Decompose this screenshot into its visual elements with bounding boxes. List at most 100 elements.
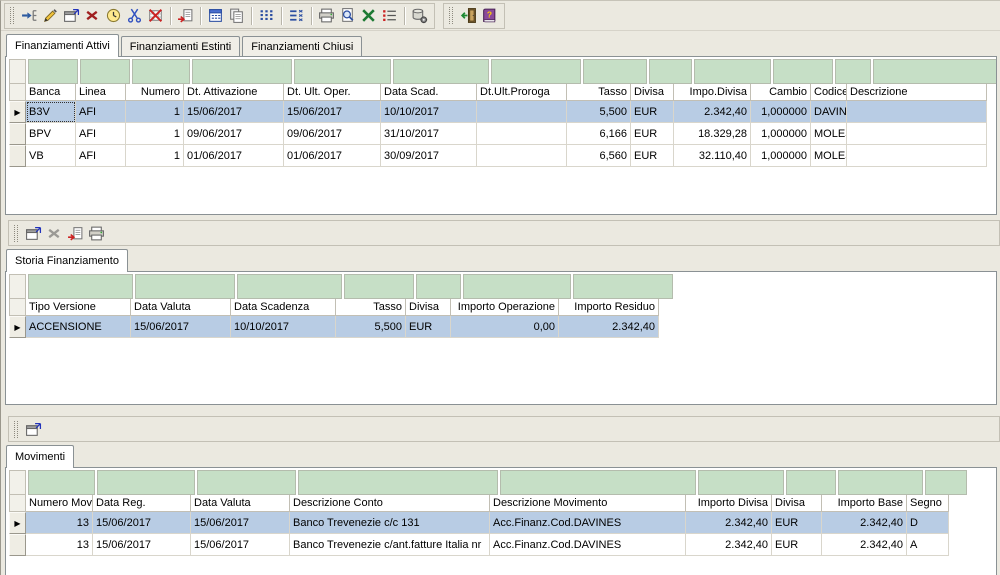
grid-cell[interactable]: 2.342,40: [686, 512, 772, 534]
print-icon[interactable]: [86, 223, 107, 244]
grid-cell[interactable]: 2.342,40: [674, 101, 751, 123]
grid-cell[interactable]: 0,00: [451, 316, 559, 338]
properties-icon[interactable]: [61, 5, 82, 26]
toolbar-gripper[interactable]: [449, 7, 453, 24]
column-header[interactable]: Importo Divisa: [686, 495, 772, 512]
excel-icon[interactable]: [358, 5, 379, 26]
column-header[interactable]: Divisa: [631, 84, 674, 101]
grid-cell[interactable]: 1,000000: [751, 145, 811, 167]
column-header[interactable]: Tasso: [567, 84, 631, 101]
grid-cell[interactable]: ACCENSIONE: [26, 316, 131, 338]
grid-cell[interactable]: Acc.Finanz.Cod.DAVINES: [490, 534, 686, 556]
calendar-icon[interactable]: [205, 5, 226, 26]
grid-cell[interactable]: 10/10/2017: [231, 316, 336, 338]
grid-cell[interactable]: [477, 145, 567, 167]
column-header[interactable]: Importo Residuo: [559, 299, 659, 316]
column-header[interactable]: Importo Base: [822, 495, 907, 512]
column-header[interactable]: Banca: [26, 84, 76, 101]
grid-cell[interactable]: [477, 123, 567, 145]
grid-cell[interactable]: 2.342,40: [822, 534, 907, 556]
grid-cell[interactable]: A: [907, 534, 949, 556]
toolbar-gripper[interactable]: [14, 421, 18, 438]
grid-cell[interactable]: EUR: [772, 534, 822, 556]
grid-delete-icon[interactable]: [145, 5, 166, 26]
column-header[interactable]: Dt. Ult. Oper.: [284, 84, 381, 101]
tab-finanziamenti-chiusi[interactable]: Finanziamenti Chiusi: [242, 36, 362, 56]
column-header[interactable]: Numero Mov.: [26, 495, 93, 512]
grid-cell[interactable]: 09/06/2017: [184, 123, 284, 145]
copy-icon[interactable]: [226, 5, 247, 26]
grid-cell[interactable]: B3V: [26, 101, 76, 123]
grid-cell[interactable]: AFI: [76, 145, 126, 167]
row-selector[interactable]: ▶: [9, 512, 26, 534]
column-header[interactable]: Descrizione Conto: [290, 495, 490, 512]
grid-cell[interactable]: Banco Trevenezie c/c 131: [290, 512, 490, 534]
grid-cell[interactable]: 6,166: [567, 123, 631, 145]
clock-icon[interactable]: [103, 5, 124, 26]
grid-cell[interactable]: 15/06/2017: [191, 534, 290, 556]
tab-finanziamenti-estinti[interactable]: Finanziamenti Estinti: [121, 36, 241, 56]
column-header[interactable]: Tipo Versione: [26, 299, 131, 316]
grid-cell[interactable]: 1,000000: [751, 123, 811, 145]
import-row-icon[interactable]: [65, 223, 86, 244]
column-header[interactable]: Numero: [126, 84, 184, 101]
list-x-icon[interactable]: [286, 5, 307, 26]
grid-cell[interactable]: MOLES: [811, 123, 847, 145]
grid-cell[interactable]: EUR: [631, 145, 674, 167]
column-header[interactable]: Divisa: [772, 495, 822, 512]
grid-cell[interactable]: 30/09/2017: [381, 145, 477, 167]
grid-cell[interactable]: 5,500: [336, 316, 406, 338]
grid-cell[interactable]: 2.342,40: [822, 512, 907, 534]
delete-icon[interactable]: [82, 5, 103, 26]
grid-cell[interactable]: 31/10/2017: [381, 123, 477, 145]
grid-cell[interactable]: AFI: [76, 123, 126, 145]
grid-cell[interactable]: D: [907, 512, 949, 534]
grid-cell[interactable]: 1: [126, 123, 184, 145]
row-selector[interactable]: [9, 534, 26, 556]
edit-icon[interactable]: [40, 5, 61, 26]
tab-finanziamenti-attivi[interactable]: Finanziamenti Attivi: [6, 34, 119, 57]
grid-cell[interactable]: VB: [26, 145, 76, 167]
grid-cell[interactable]: 2.342,40: [559, 316, 659, 338]
grid-cell[interactable]: 09/06/2017: [284, 123, 381, 145]
column-header[interactable]: Impo.Divisa: [674, 84, 751, 101]
column-header[interactable]: Dt.Ult.Proroga: [477, 84, 567, 101]
grid-cell[interactable]: 1: [126, 145, 184, 167]
grid-cell[interactable]: EUR: [772, 512, 822, 534]
row-selector[interactable]: [9, 145, 26, 167]
exit-icon[interactable]: [458, 5, 479, 26]
import-row-icon[interactable]: [175, 5, 196, 26]
column-header[interactable]: Cambio: [751, 84, 811, 101]
grid-cell[interactable]: Acc.Finanz.Cod.DAVINES: [490, 512, 686, 534]
grid-cell[interactable]: EUR: [631, 101, 674, 123]
tab-storia-finanziamento[interactable]: Storia Finanziamento: [6, 249, 128, 272]
preview-icon[interactable]: [337, 5, 358, 26]
grid-cell[interactable]: 13: [26, 534, 93, 556]
grid-cell[interactable]: 01/06/2017: [284, 145, 381, 167]
column-header[interactable]: Data Scadenza: [231, 299, 336, 316]
column-header[interactable]: Descrizione Movimento: [490, 495, 686, 512]
column-header[interactable]: Data Reg.: [93, 495, 191, 512]
column-header[interactable]: Importo Operazione: [451, 299, 559, 316]
grid-cell[interactable]: DAVINE: [811, 101, 847, 123]
tab-movimenti[interactable]: Movimenti: [6, 445, 74, 468]
column-header[interactable]: Divisa: [406, 299, 451, 316]
properties-icon[interactable]: [23, 223, 44, 244]
data-settings-icon[interactable]: [409, 5, 430, 26]
open-detail-icon[interactable]: [19, 5, 40, 26]
grid-cell[interactable]: 15/06/2017: [184, 101, 284, 123]
column-header[interactable]: Data Valuta: [131, 299, 231, 316]
grid-cell[interactable]: 6,560: [567, 145, 631, 167]
column-header[interactable]: Data Valuta: [191, 495, 290, 512]
print-icon[interactable]: [316, 5, 337, 26]
grid-cell[interactable]: 1: [126, 101, 184, 123]
column-header[interactable]: Codice: [811, 84, 847, 101]
grid-cell[interactable]: 5,500: [567, 101, 631, 123]
column-header[interactable]: Descrizione: [847, 84, 987, 101]
column-header[interactable]: Data Scad.: [381, 84, 477, 101]
column-header[interactable]: Linea: [76, 84, 126, 101]
grid-cell[interactable]: 13: [26, 512, 93, 534]
columns-icon[interactable]: [256, 5, 277, 26]
grid-cell[interactable]: [477, 101, 567, 123]
grid-cell[interactable]: 01/06/2017: [184, 145, 284, 167]
